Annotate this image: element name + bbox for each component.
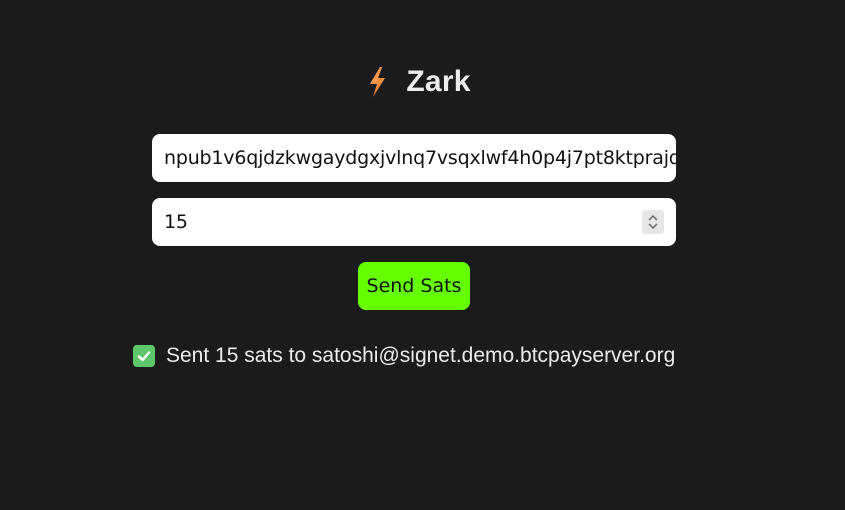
npub-input-value: npub1v6qjdzkwgaydgxjvlnq7vsqxlwf4h0p4j7p… [164,147,676,169]
send-sats-button[interactable]: Send Sats [358,262,470,310]
app-title: Zark [406,65,471,98]
status-text: Sent 15 sats to satoshi@signet.demo.btcp… [166,344,676,367]
status-message: Sent 15 sats to satoshi@signet.demo.btcp… [133,342,675,370]
check-icon [133,345,155,367]
app-header: Zark [0,62,845,102]
spinner-arrows-icon[interactable] [642,210,664,234]
lightning-bolt-icon [366,66,388,98]
amount-input[interactable]: 15 [152,198,676,246]
npub-input[interactable]: npub1v6qjdzkwgaydgxjvlnq7vsqxlwf4h0p4j7p… [152,134,676,182]
amount-input-value: 15 [164,211,188,233]
